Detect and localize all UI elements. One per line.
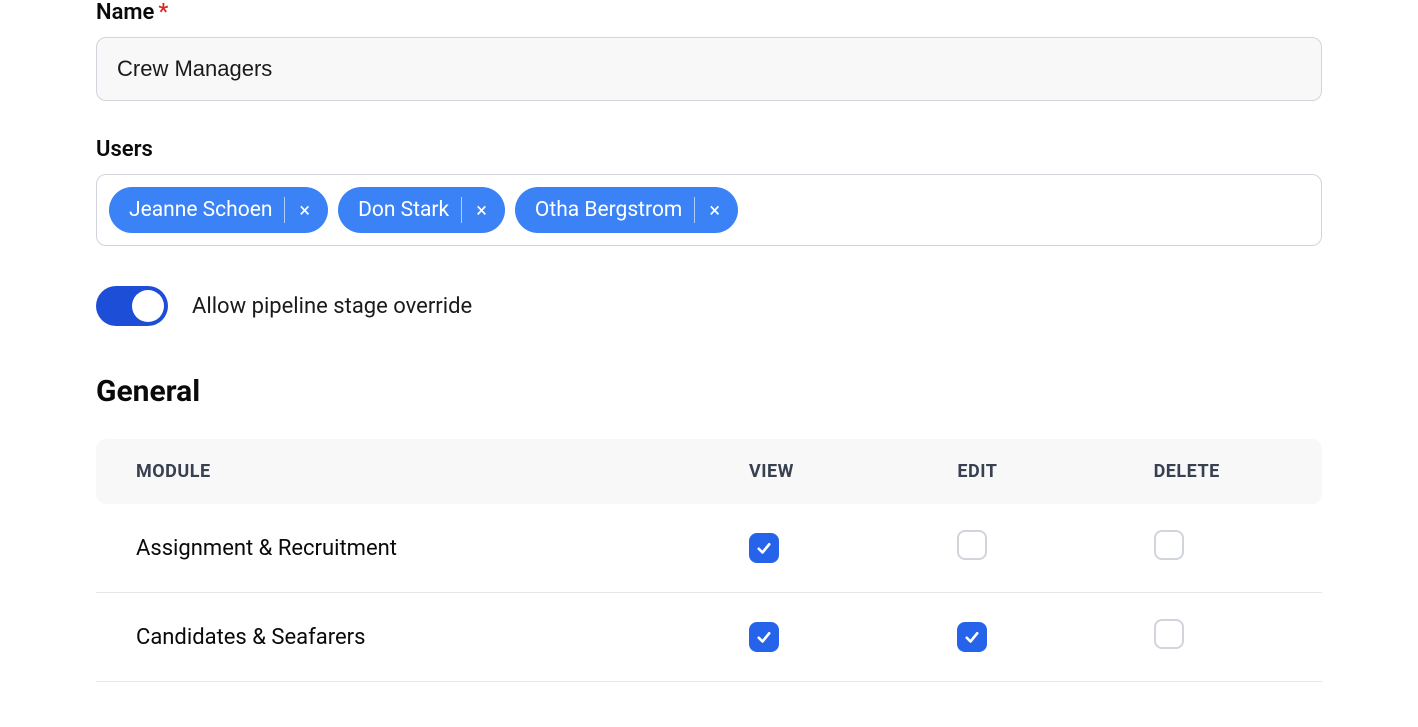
toggle-knob <box>132 290 164 322</box>
override-toggle-label: Allow pipeline stage override <box>192 294 472 319</box>
permissions-table: MODULE VIEW EDIT DELETE Assignment & Rec… <box>96 439 1322 682</box>
override-toggle-row: Allow pipeline stage override <box>96 286 1322 326</box>
check-icon <box>755 539 773 557</box>
edit-checkbox[interactable] <box>957 622 987 652</box>
user-tag: Don Stark × <box>338 187 505 233</box>
edit-cell <box>917 504 1113 593</box>
col-header-edit: EDIT <box>917 439 1113 504</box>
user-tag-label: Jeanne Schoen <box>129 198 272 222</box>
table-row: Assignment & Recruitment <box>96 504 1322 593</box>
view-checkbox[interactable] <box>749 533 779 563</box>
name-field-group: Name* <box>96 0 1322 101</box>
tag-divider <box>461 197 462 223</box>
col-header-module: MODULE <box>96 439 709 504</box>
name-label: Name* <box>96 0 1322 25</box>
delete-cell <box>1114 593 1322 682</box>
col-header-view: VIEW <box>709 439 917 504</box>
required-indicator: * <box>158 0 168 25</box>
view-cell <box>709 593 917 682</box>
remove-tag-icon[interactable]: × <box>472 200 491 220</box>
remove-tag-icon[interactable]: × <box>705 200 724 220</box>
remove-tag-icon[interactable]: × <box>295 200 314 220</box>
view-cell <box>709 504 917 593</box>
tag-divider <box>284 197 285 223</box>
tag-divider <box>694 197 695 223</box>
user-tag: Otha Bergstrom × <box>515 187 738 233</box>
edit-cell <box>917 593 1113 682</box>
check-icon <box>755 628 773 646</box>
general-heading: General <box>96 374 1322 409</box>
module-cell: Assignment & Recruitment <box>96 504 709 593</box>
module-cell: Candidates & Seafarers <box>96 593 709 682</box>
user-tag-label: Otha Bergstrom <box>535 198 682 222</box>
view-checkbox[interactable] <box>749 622 779 652</box>
check-icon <box>963 628 981 646</box>
table-row: Candidates & Seafarers <box>96 593 1322 682</box>
delete-checkbox[interactable] <box>1154 619 1184 649</box>
user-tag: Jeanne Schoen × <box>109 187 328 233</box>
delete-checkbox[interactable] <box>1154 530 1184 560</box>
user-tag-label: Don Stark <box>358 198 449 222</box>
col-header-delete: DELETE <box>1114 439 1322 504</box>
name-label-text: Name <box>96 0 154 25</box>
delete-cell <box>1114 504 1322 593</box>
override-toggle[interactable] <box>96 286 168 326</box>
users-field-group: Users Jeanne Schoen×Don Stark×Otha Bergs… <box>96 137 1322 246</box>
users-label: Users <box>96 137 1322 162</box>
edit-checkbox[interactable] <box>957 530 987 560</box>
users-tag-input[interactable]: Jeanne Schoen × Don Stark × Otha Bergstrom × <box>96 174 1322 246</box>
name-input[interactable] <box>96 37 1322 101</box>
